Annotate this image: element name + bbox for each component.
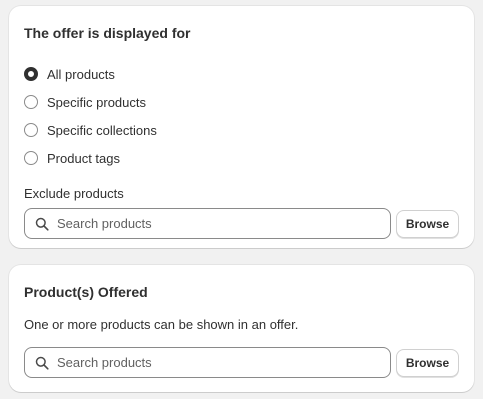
radio-option-all-products[interactable]: All products [24,60,459,88]
offered-products-search-field[interactable] [24,347,391,378]
offer-display-card: The offer is displayed for All products … [9,6,474,248]
radio-label: Product tags [47,150,120,166]
offered-products-browse-button[interactable]: Browse [396,348,459,377]
exclude-products-search-row: Browse [24,208,459,239]
display-options-radio-group: All products Specific products Specific … [24,60,459,172]
search-icon [35,356,49,370]
exclude-products-label: Exclude products [24,186,124,201]
radio-button-checked[interactable] [24,67,38,81]
radio-button[interactable] [24,123,38,137]
card-title: The offer is displayed for [24,25,191,41]
radio-button[interactable] [24,151,38,165]
radio-label: Specific products [47,94,146,110]
radio-button[interactable] [24,95,38,109]
radio-option-specific-collections[interactable]: Specific collections [24,116,459,144]
offered-products-search-input[interactable] [57,355,357,370]
radio-label: All products [47,66,115,82]
exclude-products-search-input[interactable] [57,216,357,231]
card-title: Product(s) Offered [24,284,148,300]
products-offered-help-text: One or more products can be shown in an … [24,317,299,332]
radio-option-specific-products[interactable]: Specific products [24,88,459,116]
exclude-products-search-field[interactable] [24,208,391,239]
exclude-products-browse-button[interactable]: Browse [396,209,459,238]
radio-option-product-tags[interactable]: Product tags [24,144,459,172]
radio-label: Specific collections [47,122,157,138]
search-icon [35,217,49,231]
products-offered-card: Product(s) Offered One or more products … [9,265,474,392]
offered-products-search-row: Browse [24,347,459,378]
